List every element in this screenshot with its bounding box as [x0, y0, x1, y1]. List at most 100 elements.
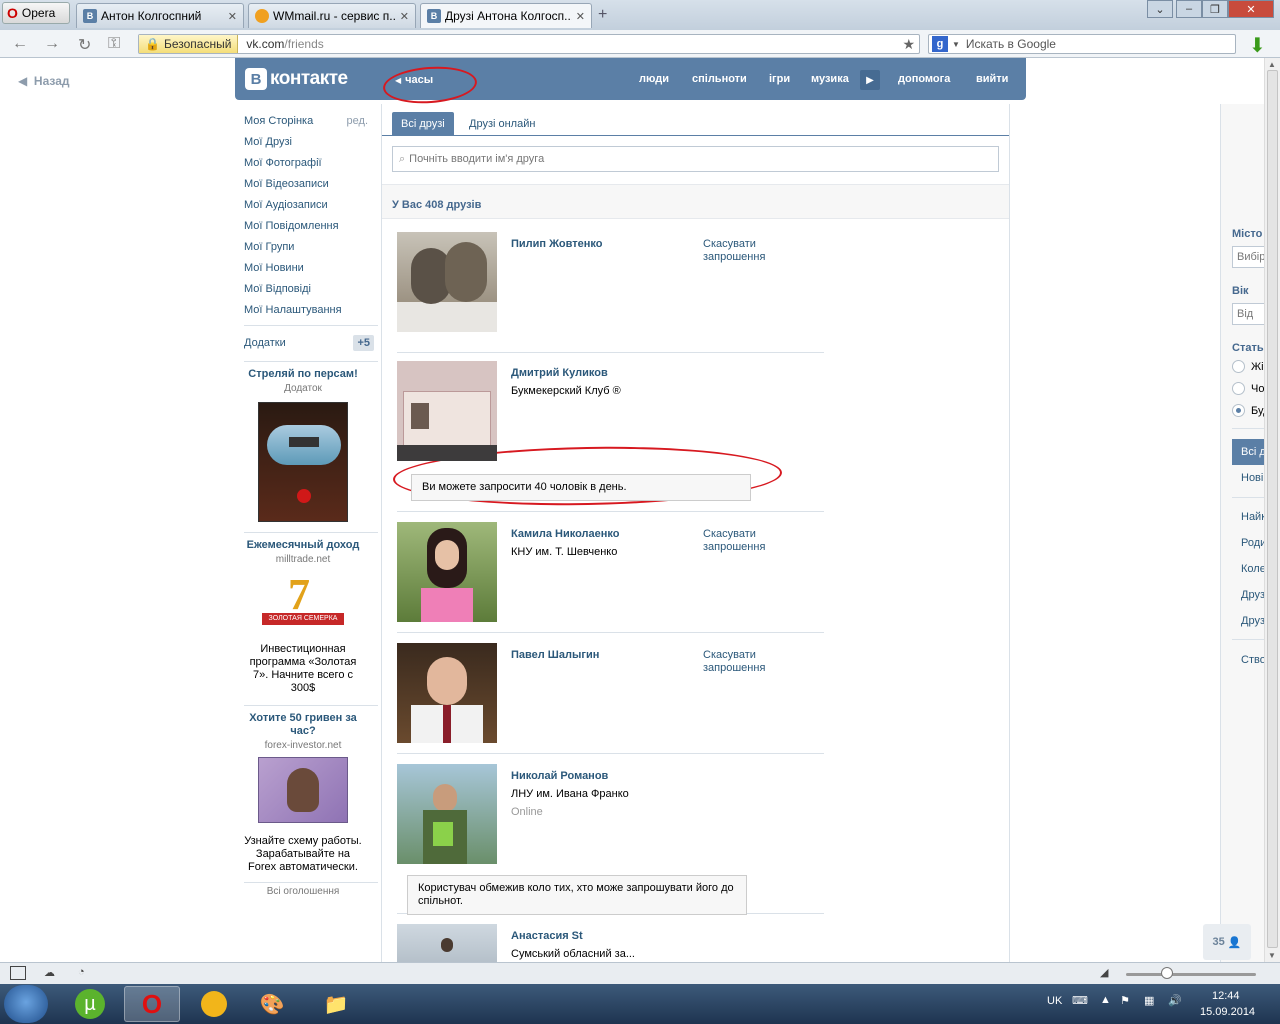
friend-photo[interactable] [397, 643, 497, 743]
ad-block-1[interactable]: Стреляй по персам! Додаток [244, 368, 362, 522]
close-tab-icon[interactable]: ✕ [576, 10, 585, 23]
vk-logo[interactable]: В контакте [245, 68, 348, 90]
ad-game-image[interactable] [258, 402, 348, 522]
reload-icon[interactable]: ↻ [78, 35, 91, 55]
ad-title[interactable]: Стреляй по персам! [244, 368, 362, 381]
all-ads-link[interactable]: Всі оголошення [244, 886, 362, 897]
tab-menu-icon[interactable]: ⌄ [1147, 0, 1173, 18]
scroll-down-icon[interactable]: ▼ [1268, 951, 1276, 960]
friend-name[interactable]: Камила Николаенко [511, 528, 620, 540]
minimize-icon[interactable]: – [1176, 0, 1202, 18]
menu-apps[interactable]: Додатки +5 [244, 329, 378, 353]
menu-my-groups[interactable]: Мої Групи [244, 238, 378, 259]
menu-my-audio[interactable]: Мої Аудіозаписи [244, 196, 378, 217]
back-arrow-icon[interactable]: ← [12, 35, 28, 53]
view-options-icon[interactable]: ◢ [1100, 966, 1116, 980]
restore-icon[interactable]: ❐ [1202, 0, 1228, 18]
zoom-slider-handle[interactable] [1161, 967, 1173, 979]
friend-name[interactable]: Павел Шалыгин [511, 649, 599, 661]
back-link[interactable]: ◀ Назад [18, 74, 70, 88]
sex-female-radio[interactable]: Жіноча [1232, 360, 1264, 373]
nav-communities[interactable]: спільноти [692, 73, 747, 85]
scrollbar-thumb[interactable] [1267, 70, 1278, 948]
friend-name[interactable]: Анастасия St [511, 930, 583, 942]
friend-name[interactable]: Пилип Жовтенко [511, 238, 602, 250]
start-button-icon[interactable] [4, 985, 48, 1023]
online-counter[interactable]: 35 👤 [1203, 924, 1251, 960]
vertical-scrollbar[interactable]: ▲ ▼ [1264, 58, 1280, 962]
close-window-icon[interactable]: ✕ [1228, 0, 1274, 18]
browser-tab-1[interactable]: B Антон Колгоспний ✕ [76, 3, 244, 28]
menu-my-videos[interactable]: Мої Відеозаписи [244, 175, 378, 196]
play-icon[interactable]: ▶ [860, 70, 880, 90]
nav-games[interactable]: ігри [769, 73, 790, 85]
clock-date[interactable]: 15.09.2014 [1200, 1006, 1255, 1018]
filter-new-friends[interactable]: Нові друзі [1232, 465, 1264, 491]
ad-banknote-image[interactable] [258, 757, 348, 823]
explorer-taskbar-icon[interactable]: 📁 [308, 986, 364, 1022]
ad-block-3[interactable]: Хотите 50 гривен за час? forex-investor.… [244, 712, 362, 874]
menu-my-settings[interactable]: Мої Налаштування [244, 301, 378, 322]
close-tab-icon[interactable]: ✕ [400, 10, 409, 23]
scroll-up-icon[interactable]: ▲ [1268, 60, 1276, 69]
friend-name[interactable]: Дмитрий Куликов [511, 367, 608, 379]
friend-name[interactable]: Николай Романов [511, 770, 608, 782]
friend-photo[interactable] [397, 522, 497, 622]
keyboard-icon[interactable]: ⌨ [1072, 994, 1088, 1007]
chevron-down-icon[interactable]: ▼ [952, 40, 960, 49]
edit-link[interactable]: ред. [347, 116, 368, 127]
menu-my-news[interactable]: Мої Новини [244, 259, 378, 280]
browser-tab-2[interactable]: WMmail.ru - сервис п... ✕ [248, 3, 416, 28]
network-icon[interactable]: ▦ [1144, 994, 1154, 1007]
filter-university-friends[interactable]: Друзі по ВНЗу [1232, 582, 1264, 608]
utorrent-taskbar-icon[interactable]: µ [62, 986, 118, 1022]
sex-male-radio[interactable]: Чоловіча [1232, 382, 1264, 395]
friend-search-input[interactable]: ⌕ Почніть вводити ім'я друга [392, 146, 999, 172]
nav-music[interactable]: музика [811, 73, 849, 85]
tray-expand-icon[interactable]: ▲ [1100, 994, 1111, 1006]
friend-photo[interactable] [397, 232, 497, 332]
bookmark-star-icon[interactable]: ★ [902, 36, 915, 53]
cancel-request-link[interactable]: Скасувати запрошення [703, 528, 793, 554]
nav-logout[interactable]: вийти [976, 73, 1008, 85]
volume-icon[interactable]: 🔊 [1168, 994, 1182, 1007]
menu-my-photos[interactable]: Мої Фотографії [244, 154, 378, 175]
tab-all-friends[interactable]: Всі друзі [392, 112, 454, 136]
ad-title[interactable]: Хотите 50 гривен за час? [244, 712, 362, 738]
app-taskbar-icon[interactable] [186, 986, 242, 1022]
ad-golden-seven-image[interactable]: 7 ЗОЛОТАЯ СЕМЕРКА [258, 569, 348, 637]
menu-my-answers[interactable]: Мої Відповіді [244, 280, 378, 301]
filter-colleagues[interactable]: Колеги [1232, 556, 1264, 582]
nav-help[interactable]: допомога [898, 73, 950, 85]
age-from-select[interactable]: Від [1232, 303, 1264, 325]
forward-arrow-icon[interactable]: → [44, 35, 60, 53]
address-field[interactable]: 🔒 Безопасный vk.com/friends ★ [138, 34, 920, 54]
new-tab-icon[interactable]: + [598, 6, 607, 24]
menu-my-messages[interactable]: Мої Повідомлення [244, 217, 378, 238]
tab-friends-online[interactable]: Друзі онлайн [460, 112, 544, 136]
panel-toggle-icon[interactable] [10, 966, 26, 980]
zoom-slider[interactable] [1126, 973, 1256, 976]
city-select[interactable]: Вибір міста [1232, 246, 1264, 268]
google-search-field[interactable]: g ▼ Искать в Google [928, 34, 1236, 54]
menu-my-friends[interactable]: Мої Друзі [244, 133, 378, 154]
sex-any-radio[interactable]: Будь-яка [1232, 404, 1264, 417]
download-icon[interactable]: ⬇ [1249, 33, 1271, 57]
ad-title[interactable]: Ежемесячный доход [244, 539, 362, 552]
key-icon[interactable]: ⚿ [108, 35, 120, 53]
filter-all-friends[interactable]: Всі друзі [1232, 439, 1264, 465]
menu-my-page[interactable]: Моя Сторінка ред. [244, 112, 378, 133]
filter-school-friends[interactable]: Друзі по школі [1232, 608, 1264, 634]
close-tab-icon[interactable]: ✕ [228, 10, 237, 23]
opera-menu-button[interactable]: O Opera [2, 2, 70, 24]
speed-dial-icon[interactable]: ◔ [78, 966, 94, 980]
create-list-link[interactable]: Створити список [1232, 647, 1264, 673]
cloud-icon[interactable]: ☁ [44, 966, 60, 980]
friend-photo[interactable] [397, 924, 497, 962]
browser-tab-3[interactable]: B Друзі Антона Колгосп... ✕ [420, 3, 592, 28]
filter-relatives[interactable]: Родичі [1232, 530, 1264, 556]
cancel-request-link[interactable]: Скасувати запрошення [703, 238, 793, 264]
flag-icon[interactable]: ⚑ [1120, 994, 1130, 1007]
friend-photo[interactable] [397, 764, 497, 864]
friend-photo[interactable] [397, 361, 497, 461]
